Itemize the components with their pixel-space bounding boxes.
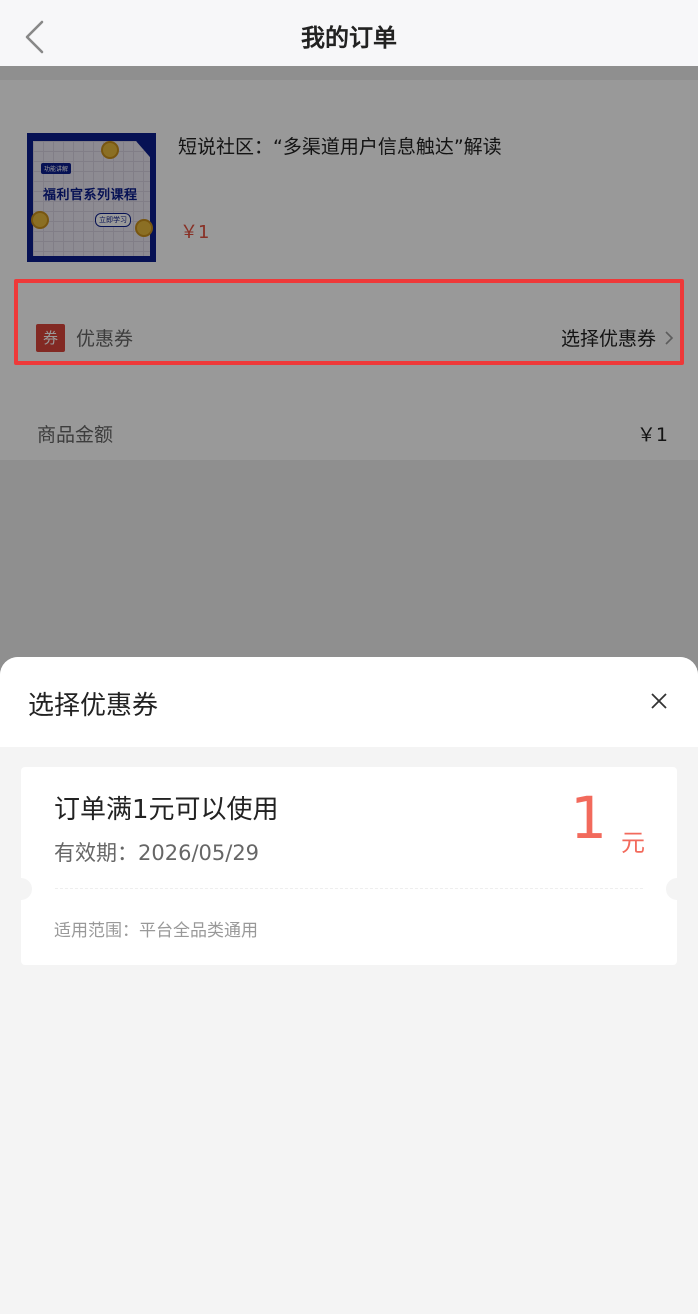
coupon-condition: 订单满1元可以使用 (54, 795, 279, 825)
coupon-sheet: 选择优惠券 订单满1元可以使用 有效期：2026/05/29 1 元 适用范围：… (0, 657, 698, 1314)
coupon-notch (10, 878, 32, 900)
coupon-card[interactable]: 订单满1元可以使用 有效期：2026/05/29 1 元 适用范围：平台全品类通… (10, 767, 688, 965)
coupon-divider (55, 888, 643, 889)
highlight-annotation (14, 279, 684, 365)
page-title: 我的订单 (301, 24, 397, 52)
close-icon[interactable] (648, 690, 670, 712)
coupon-notch (666, 878, 688, 900)
sheet-header: 选择优惠券 (0, 657, 698, 747)
nav-bar: 我的订单 (0, 0, 698, 66)
coupon-expiry: 有效期：2026/05/29 (54, 841, 260, 865)
sheet-title: 选择优惠券 (28, 691, 159, 721)
coupon-unit: 元 (621, 829, 645, 857)
coupon-amount: 1 (570, 784, 607, 852)
coupon-scope: 适用范围：平台全品类通用 (54, 921, 258, 941)
